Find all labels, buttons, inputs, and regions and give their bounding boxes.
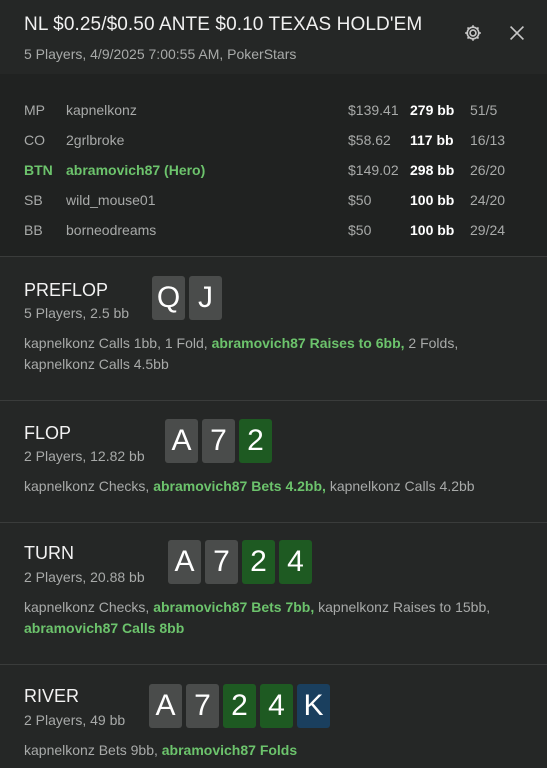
street-actions: kapnelkonz Calls 1bb, 1 Fold, abramovich… xyxy=(24,333,524,375)
street-info: 2 Players, 20.88 bb xyxy=(24,569,145,585)
hero-action-text: abramovich87 Bets 4.2bb, xyxy=(153,478,326,494)
hero-action-text: abramovich87 Bets 7bb, xyxy=(153,599,315,615)
player-name: 2grlbroke xyxy=(66,132,125,148)
player-name: abramovich87 (Hero) xyxy=(66,162,206,178)
player-position: BB xyxy=(24,222,43,238)
player-stack: $50 xyxy=(348,222,372,238)
player-row[interactable]: CO 2grlbroke $58.62 117 bb 16/13 xyxy=(0,126,547,156)
player-stack-bb: 100 bb xyxy=(410,222,455,238)
street-title: RIVER xyxy=(24,686,80,706)
action-text: kapnelkonz Calls 4.2bb xyxy=(325,478,475,494)
card: 2 xyxy=(242,540,275,584)
card: 4 xyxy=(279,540,312,584)
hero-action-text: abramovich87 Calls 8bb xyxy=(24,620,185,636)
street-river: RIVER 2 Players, 49 bb A 7 2 4 K kapnelk… xyxy=(0,665,547,768)
street-title: PREFLOP xyxy=(24,280,109,300)
board-cards: A 7 2 xyxy=(165,419,272,463)
player-stack-bb: 117 bb xyxy=(410,132,454,148)
street-title: TURN xyxy=(24,543,74,563)
page-subtitle: 5 Players, 4/9/2025 7:00:55 AM, PokerSta… xyxy=(24,46,297,62)
action-text: kapnelkonz Calls 1bb, 1 Fold, xyxy=(24,335,212,351)
card: Q xyxy=(152,276,185,320)
action-text: kapnelkonz Checks, xyxy=(24,478,154,494)
street-actions: kapnelkonz Bets 9bb, abramovich87 Folds xyxy=(24,740,524,761)
player-position: MP xyxy=(24,102,45,118)
action-text: kapnelkonz Raises to 15bb, xyxy=(314,599,491,615)
close-icon[interactable] xyxy=(506,22,528,44)
card: 7 xyxy=(186,684,219,728)
player-stack: $50 xyxy=(348,192,372,208)
street-flop: FLOP 2 Players, 12.82 bb A 7 2 kapnelkon… xyxy=(0,401,547,523)
board-cards: A 7 2 4 K xyxy=(149,684,330,728)
card: 2 xyxy=(223,684,256,728)
player-name: kapnelkonz xyxy=(66,102,137,118)
gear-icon[interactable] xyxy=(462,22,484,44)
player-name: borneodreams xyxy=(66,222,157,238)
player-row[interactable]: BB borneodreams $50 100 bb 29/24 xyxy=(0,216,547,246)
player-stats: 16/13 xyxy=(470,132,506,148)
player-stack-bb: 298 bb xyxy=(410,162,455,178)
player-position: BTN xyxy=(24,162,53,178)
card: 7 xyxy=(205,540,238,584)
street-title: FLOP xyxy=(24,423,72,443)
player-stack: $139.41 xyxy=(348,102,399,118)
header: NL $0.25/$0.50 ANTE $0.10 TEXAS HOLD'EM … xyxy=(0,0,547,74)
player-stack-bb: 279 bb xyxy=(410,102,455,118)
card: A xyxy=(149,684,182,728)
board-cards: A 7 2 4 xyxy=(168,540,312,584)
card: 7 xyxy=(202,419,235,463)
player-list: MP kapnelkonz $139.41 279 bb 51/5 CO 2gr… xyxy=(0,74,547,257)
card: J xyxy=(189,276,222,320)
player-stack-bb: 100 bb xyxy=(410,192,455,208)
player-position: CO xyxy=(24,132,45,148)
street-turn: TURN 2 Players, 20.88 bb A 7 2 4 kapnelk… xyxy=(0,523,547,665)
player-row-hero[interactable]: BTN abramovich87 (Hero) $149.02 298 bb 2… xyxy=(0,156,547,186)
player-stack: $149.02 xyxy=(348,162,399,178)
player-stats: 51/5 xyxy=(470,102,498,118)
player-stack: $58.62 xyxy=(348,132,391,148)
card: 2 xyxy=(239,419,272,463)
action-text: kapnelkonz Bets 9bb, xyxy=(24,742,162,758)
player-stats: 26/20 xyxy=(470,162,506,178)
player-stats: 24/20 xyxy=(470,192,506,208)
street-actions: kapnelkonz Checks, abramovich87 Bets 7bb… xyxy=(24,597,524,639)
card: A xyxy=(168,540,201,584)
card: 4 xyxy=(260,684,293,728)
street-info: 2 Players, 12.82 bb xyxy=(24,448,145,464)
page-title: NL $0.25/$0.50 ANTE $0.10 TEXAS HOLD'EM xyxy=(24,14,423,35)
street-info: 2 Players, 49 bb xyxy=(24,712,126,728)
action-text: kapnelkonz Checks, xyxy=(24,599,154,615)
hole-cards: Q J xyxy=(152,276,222,320)
card: K xyxy=(297,684,330,728)
street-actions: kapnelkonz Checks, abramovich87 Bets 4.2… xyxy=(24,476,524,497)
card: A xyxy=(165,419,198,463)
hero-action-text: abramovich87 Folds xyxy=(161,742,298,758)
player-row[interactable]: SB wild_mouse01 $50 100 bb 24/20 xyxy=(0,186,547,216)
player-row[interactable]: MP kapnelkonz $139.41 279 bb 51/5 xyxy=(0,96,547,126)
hero-action-text: abramovich87 Raises to 6bb, xyxy=(211,335,405,351)
player-position: SB xyxy=(24,192,43,208)
player-name: wild_mouse01 xyxy=(66,192,156,208)
player-stats: 29/24 xyxy=(470,222,506,238)
street-preflop: PREFLOP 5 Players, 2.5 bb Q J kapnelkonz… xyxy=(0,258,547,401)
street-info: 5 Players, 2.5 bb xyxy=(24,305,130,321)
